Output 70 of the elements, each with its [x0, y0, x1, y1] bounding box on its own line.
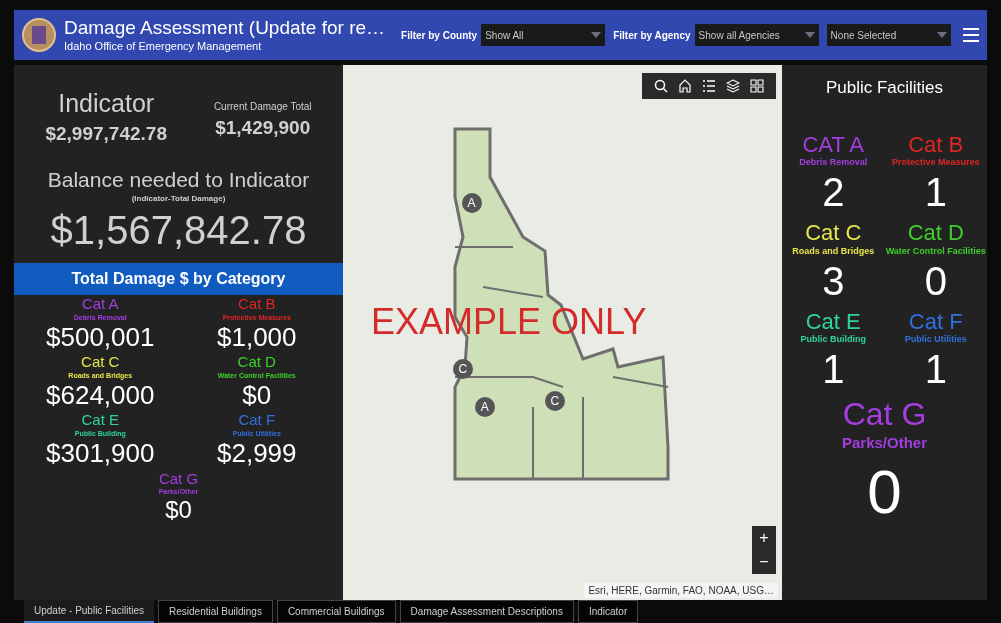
- current-damage-value: $1,429,900: [215, 116, 311, 140]
- category-name: Cat G: [158, 469, 199, 489]
- indicator-value: $2,997,742.78: [45, 122, 167, 146]
- panel-title: Public Facilities: [825, 77, 944, 99]
- filter-dropdown[interactable]: None Selected: [826, 24, 951, 46]
- category-amount: $1,000: [217, 320, 297, 353]
- category-amount: $301,900: [46, 438, 155, 470]
- page-tab[interactable]: Damage Assessment Descriptions: [399, 600, 574, 623]
- category-description: Roads and Bridges: [792, 246, 875, 256]
- category-amount: $500,001: [46, 320, 155, 353]
- chevron-down-icon: [936, 32, 947, 38]
- map-marker[interactable]: C: [452, 359, 473, 380]
- balance-label: Balance needed to Indicator: [47, 166, 310, 193]
- facility-count: 1: [924, 169, 947, 216]
- menu-icon[interactable]: [963, 28, 979, 42]
- chevron-down-icon: [591, 32, 602, 38]
- filter-label: Filter by County: [401, 28, 478, 43]
- category-name: Cat F: [238, 411, 276, 430]
- facility-count: 1: [822, 346, 845, 393]
- category-amount: $0: [165, 495, 192, 526]
- category-description: Debris Removal: [799, 158, 868, 167]
- zoom-out-button[interactable]: −: [752, 550, 776, 574]
- filter-dropdown[interactable]: Show All: [481, 24, 606, 46]
- chevron-down-icon: [804, 32, 815, 38]
- category-name: Cat C: [81, 353, 120, 372]
- page-tab[interactable]: Update - Public Facilities: [24, 600, 155, 623]
- category-description: Public Utilities: [904, 335, 967, 344]
- page-tab[interactable]: Residential Buildings: [158, 600, 273, 623]
- list-icon[interactable]: [702, 79, 716, 93]
- category-name: CAT A: [802, 130, 864, 158]
- current-damage-label: Current Damage Total: [213, 100, 312, 114]
- facility-count: 0: [924, 257, 947, 305]
- indicator-label: Indicator: [58, 91, 155, 116]
- zoom-in-button[interactable]: +: [752, 526, 776, 550]
- category-name: Cat C: [805, 219, 862, 247]
- filter-dropdown[interactable]: Show all Agencies: [694, 24, 819, 46]
- search-icon[interactable]: [654, 79, 668, 93]
- page-tab[interactable]: Commercial Buildings: [276, 600, 396, 623]
- category-name: Cat F: [908, 307, 963, 335]
- facility-count: 0: [867, 455, 902, 528]
- facility-count: 3: [822, 257, 845, 305]
- home-icon[interactable]: [678, 79, 692, 93]
- category-name: Cat E: [805, 307, 861, 335]
- category-amount: $624,000: [46, 379, 155, 412]
- layers-icon[interactable]: [726, 79, 740, 93]
- category-name: Cat B: [238, 294, 276, 314]
- facility-count: 1: [924, 346, 947, 393]
- page-tab[interactable]: Indicator: [577, 600, 639, 623]
- grid-icon[interactable]: [750, 79, 764, 93]
- category-name: Cat A: [81, 294, 119, 314]
- app-title: Damage Assessment (Update for re…: [64, 16, 386, 40]
- category-heading: Total Damage $ by Category: [14, 262, 343, 295]
- category-name: Cat E: [81, 411, 119, 430]
- category-name: Cat D: [907, 219, 964, 247]
- app-subtitle: Idaho Office of Emergency Management: [64, 40, 263, 54]
- category-description: Parks/Other: [841, 434, 927, 453]
- filter-label: Filter by Agency: [613, 28, 691, 43]
- category-description: Public Building: [800, 335, 866, 344]
- category-name: Cat D: [237, 353, 276, 372]
- balance-note: (Indicator-Total Damage): [131, 192, 226, 205]
- category-amount: $0: [242, 378, 272, 412]
- balance-value: $1,567,842.78: [50, 206, 307, 254]
- logo-icon: [22, 18, 56, 52]
- category-name: Cat B: [908, 130, 964, 158]
- category-description: Water Control Facilities: [885, 246, 986, 256]
- category-name: Cat G: [842, 395, 927, 434]
- map-attribution: Esri, HERE, Garmin, FAO, NOAA, USG…: [584, 583, 778, 598]
- category-amount: $2,999: [217, 437, 297, 470]
- facility-count: 2: [822, 169, 845, 216]
- category-description: Protective Measures: [891, 158, 980, 167]
